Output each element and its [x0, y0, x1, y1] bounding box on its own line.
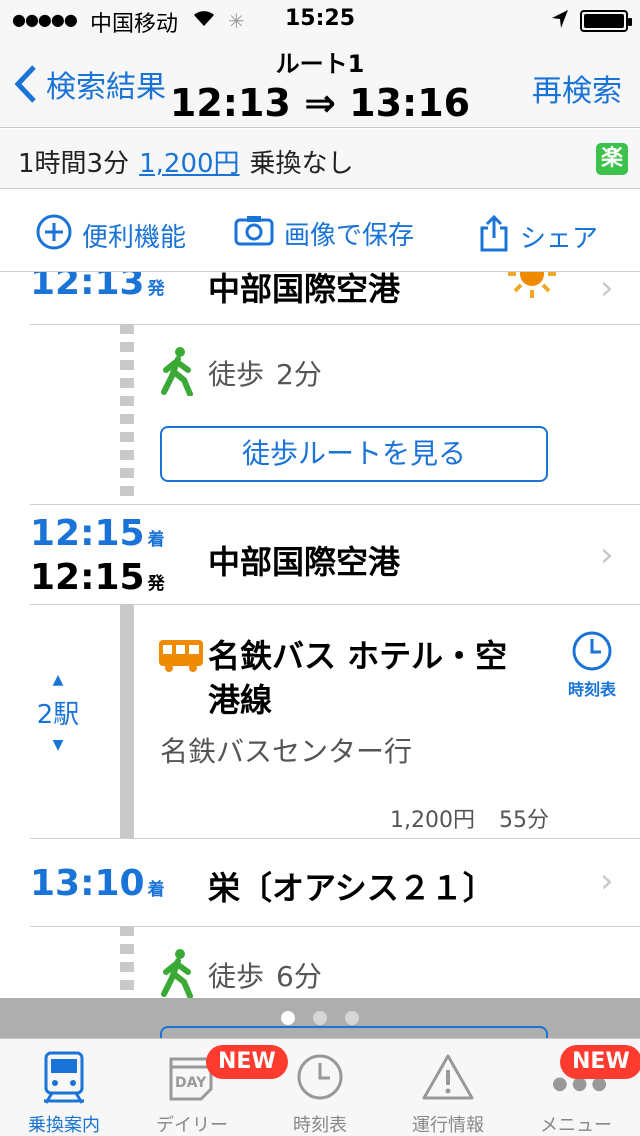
route-timeline: 12:13 発 中部国際空港 › 徒歩 2分 徒歩ルートを見る 12:15 着 12… — [0, 272, 640, 998]
arrival-time: 12:15 着 — [30, 513, 165, 554]
stations-expander[interactable]: ▲ 2駅 ▼ — [36, 672, 80, 753]
plus-circle-icon — [36, 214, 72, 257]
triangle-down-icon: ▼ — [52, 737, 64, 753]
station-row-arrival[interactable]: 13:10 着 栄〔オアシス２１〕 › — [0, 839, 640, 925]
chevron-right-icon: › — [600, 861, 614, 901]
walk-segment-line — [120, 324, 134, 504]
walk-label: 徒歩 — [208, 960, 265, 993]
clock-icon — [296, 1053, 344, 1106]
triangle-up-icon: ▲ — [52, 672, 64, 688]
share-icon — [478, 214, 510, 259]
station-row-transfer[interactable]: 12:15 着 12:15 発 中部国際空港 › — [0, 505, 640, 605]
save-image-label: 画像で保存 — [284, 221, 415, 251]
chevron-right-icon: › — [600, 272, 614, 308]
tab-label: 運行情報 — [412, 1115, 484, 1136]
walking-person-icon — [160, 948, 196, 998]
tab-label: 時刻表 — [293, 1115, 347, 1136]
tab-label: デイリー — [156, 1115, 228, 1136]
bus-icon — [158, 638, 204, 676]
timetable-button[interactable]: 時刻表 — [562, 630, 622, 700]
tab-label: メニュー — [540, 1115, 612, 1136]
departure-time: 12:15 発 — [30, 557, 165, 598]
rakuten-badge[interactable]: 楽 — [596, 143, 628, 175]
tab-timetable[interactable]: 時刻表 — [256, 1039, 384, 1136]
station-row-departure[interactable]: 12:13 発 中部国際空港 › — [0, 272, 640, 324]
segment-duration: 55分 — [498, 808, 549, 833]
status-bar: ●●●●● 中国移动 ✳ 15:25 — [0, 0, 640, 40]
walk-segment-info: 徒歩 2分 — [160, 346, 322, 400]
train-icon — [42, 1051, 86, 1110]
page-dot — [345, 1011, 359, 1025]
walk-duration: 2分 — [276, 358, 322, 391]
bus-segment-line — [120, 604, 134, 838]
tab-transit[interactable]: 乗換案内 — [0, 1039, 128, 1136]
walking-person-icon — [160, 346, 196, 400]
navigation-bar: 検索結果 ルート1 12:13 ⇒ 13:16 再検索 — [0, 40, 640, 128]
departure-time: 12:13 発 — [30, 272, 165, 303]
walk-segment-info: 徒歩 6分 — [160, 948, 322, 998]
convenient-features-label: 便利機能 — [82, 223, 187, 253]
sunny-weather-icon — [506, 272, 558, 304]
segment-fare: 1,200円 — [390, 808, 475, 833]
station-name: 中部国際空港 — [208, 272, 401, 308]
new-badge: NEW — [560, 1045, 640, 1079]
page-dot — [313, 1011, 327, 1025]
total-duration: 1時間3分 — [18, 149, 130, 179]
save-image-button[interactable]: 画像で保存 — [234, 214, 414, 253]
bus-line-name: 名鉄バス ホテル・空 港線 — [208, 637, 508, 719]
tab-daily[interactable]: DAY NEW デイリー — [128, 1039, 288, 1136]
station-name: 栄〔オアシス２１〕 — [208, 869, 495, 907]
view-walking-route-button[interactable]: 徒歩ルートを見る — [160, 426, 548, 482]
convenient-features-button[interactable]: 便利機能 — [36, 214, 186, 257]
action-bar: 便利機能 画像で保存 シェア — [0, 190, 640, 272]
station-count: 2駅 — [36, 700, 80, 730]
timetable-label: 時刻表 — [567, 680, 616, 699]
page-dot-active — [281, 1011, 295, 1025]
status-time: 15:25 — [284, 6, 356, 31]
location-arrow-icon — [550, 8, 570, 36]
chevron-right-icon: › — [600, 535, 614, 575]
warning-icon — [422, 1053, 474, 1106]
camera-icon — [234, 214, 274, 253]
walk-segment-line — [120, 926, 134, 998]
transfer-count: 乗換なし — [249, 149, 354, 179]
research-button[interactable]: 再検索 — [532, 66, 622, 110]
bus-fare-duration: 1,200円 55分 — [390, 802, 549, 834]
walk-duration: 6分 — [276, 960, 322, 993]
svg-text:DAY: DAY — [175, 1075, 207, 1091]
page-indicator[interactable] — [0, 998, 640, 1046]
battery-icon — [580, 10, 632, 32]
bus-direction: 名鉄バスセンター行 — [160, 735, 413, 768]
tab-label: 乗換案内 — [28, 1115, 100, 1136]
fare-link[interactable]: 1,200円 — [139, 143, 239, 180]
arrival-time: 13:10 着 — [30, 863, 165, 904]
tab-menu[interactable]: ●●● NEW メニュー — [512, 1039, 640, 1136]
walk-label: 徒歩 — [208, 358, 265, 391]
clock-icon — [571, 631, 613, 676]
share-label: シェア — [520, 224, 599, 254]
station-name: 中部国際空港 — [208, 543, 401, 581]
share-button[interactable]: シェア — [478, 214, 598, 259]
route-summary: 1時間3分 1,200円 乗換なし — [0, 129, 640, 189]
tab-service-info[interactable]: 運行情報 — [384, 1039, 512, 1136]
tab-bar: 乗換案内 DAY NEW デイリー 時刻表 運行情報 ●●● NEW メニュー — [0, 1038, 640, 1136]
